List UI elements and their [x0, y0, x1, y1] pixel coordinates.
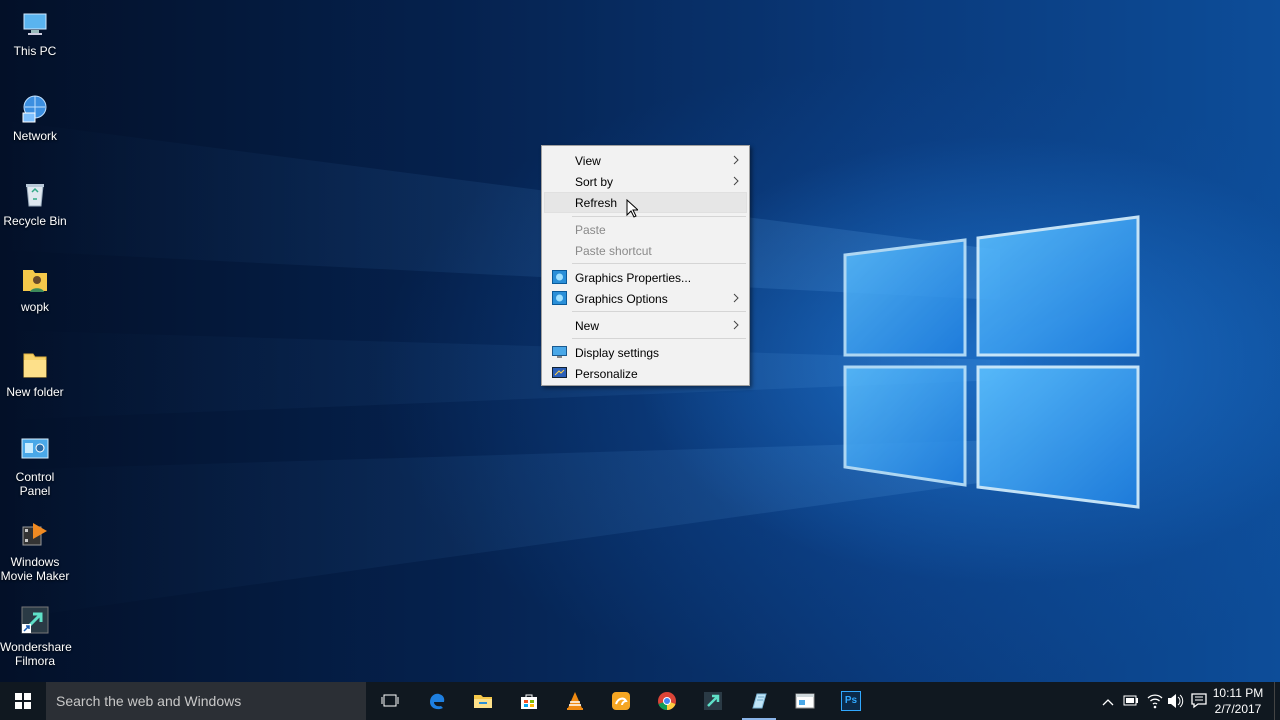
- taskbar-clock[interactable]: 10:11 PM 2/7/2017: [1212, 685, 1264, 717]
- desktop-icon-label: This PC: [13, 44, 57, 58]
- menu-separator: [572, 263, 746, 264]
- desktop-icon-control-panel[interactable]: Control Panel: [0, 434, 70, 498]
- chevron-right-icon: [733, 293, 739, 303]
- taskbar-uc-browser[interactable]: [598, 682, 644, 720]
- menu-item-refresh[interactable]: Refresh: [544, 192, 747, 213]
- network-icon: [19, 93, 51, 125]
- desktop-icon-label: Windows Movie Maker: [0, 555, 70, 583]
- mouse-cursor-icon: [626, 199, 638, 218]
- app-icon: [752, 693, 767, 709]
- taskbar-filmora[interactable]: [690, 682, 736, 720]
- uc-browser-icon: [612, 692, 630, 710]
- wifi-icon[interactable]: [1146, 682, 1164, 720]
- taskbar-window-app[interactable]: [782, 682, 828, 720]
- menu-separator: [572, 216, 746, 217]
- intel-graphics-icon: [552, 270, 567, 284]
- user-folder-icon: [19, 264, 51, 296]
- menu-item-display-settings[interactable]: Display settings: [544, 342, 747, 363]
- desktop-icon-label: Control Panel: [15, 470, 55, 498]
- photoshop-label: Ps: [844, 695, 858, 706]
- photoshop-icon: Ps: [841, 691, 861, 711]
- menu-item-view[interactable]: View: [544, 150, 747, 171]
- desktop-icon-wopk[interactable]: wopk: [0, 264, 70, 314]
- desktop-icon-windows-movie-maker[interactable]: Windows Movie Maker: [0, 519, 70, 583]
- menu-item-paste[interactable]: Paste: [544, 219, 747, 240]
- folder-icon: [19, 349, 51, 381]
- display-icon: [552, 346, 567, 358]
- search-placeholder: Search the web and Windows: [56, 693, 242, 709]
- windows-logo-wallpaper: [843, 215, 1140, 509]
- battery-icon[interactable]: [1122, 682, 1140, 720]
- show-desktop-button[interactable]: [1274, 682, 1280, 720]
- intel-graphics-icon: [552, 291, 567, 305]
- desktop-background[interactable]: This PC Network Recycle Bin wopk New fol…: [0, 0, 1280, 682]
- movie-maker-icon: [19, 519, 51, 551]
- store-icon: [521, 694, 537, 709]
- filmora-icon: [704, 692, 722, 710]
- edge-icon: [430, 693, 445, 710]
- window-app-icon: [795, 693, 815, 709]
- windows-start-icon: [15, 693, 31, 709]
- start-button[interactable]: [0, 682, 46, 720]
- taskbar-active-app[interactable]: [736, 682, 782, 720]
- chevron-up-icon[interactable]: [1100, 682, 1116, 720]
- desktop-icon-label: Network: [12, 129, 57, 143]
- taskbar-store[interactable]: [506, 682, 552, 720]
- menu-item-graphics-options[interactable]: Graphics Options: [544, 288, 747, 309]
- menu-item-new[interactable]: New: [544, 315, 747, 336]
- file-explorer-icon: [474, 695, 492, 708]
- taskbar-chrome[interactable]: [644, 682, 690, 720]
- taskbar: Search the web and Windows Ps 10:11 PM 2…: [0, 682, 1280, 720]
- menu-item-personalize[interactable]: Personalize: [544, 363, 747, 384]
- desktop-icon-label: Wondershare Filmora: [0, 640, 72, 668]
- desktop-icon-label: wopk: [20, 300, 49, 314]
- action-center-icon[interactable]: [1190, 682, 1208, 720]
- recycle-bin-icon: [19, 178, 51, 210]
- task-view-button[interactable]: [367, 682, 413, 720]
- menu-separator: [572, 338, 746, 339]
- taskbar-file-explorer[interactable]: [460, 682, 506, 720]
- vlc-icon: [567, 692, 583, 710]
- desktop-context-menu: View Sort by Refresh Paste Paste shortcu…: [541, 145, 750, 386]
- personalize-icon: [552, 367, 567, 378]
- menu-item-sort-by[interactable]: Sort by: [544, 171, 747, 192]
- clock-time: 10:11 PM: [1212, 686, 1264, 700]
- taskbar-edge[interactable]: [414, 682, 460, 720]
- menu-item-paste-shortcut[interactable]: Paste shortcut: [544, 240, 747, 261]
- chevron-right-icon: [733, 155, 739, 165]
- desktop-icon-this-pc[interactable]: This PC: [0, 8, 70, 58]
- desktop-icon-wondershare-filmora[interactable]: Wondershare Filmora: [0, 604, 72, 668]
- this-pc-icon: [19, 8, 51, 40]
- chevron-right-icon: [733, 320, 739, 330]
- clock-date: 2/7/2017: [1214, 702, 1262, 716]
- desktop-icon-label: Recycle Bin: [3, 214, 67, 228]
- chrome-icon: [658, 692, 676, 710]
- desktop-icon-new-folder[interactable]: New folder: [0, 349, 70, 399]
- taskbar-search-box[interactable]: Search the web and Windows: [46, 682, 366, 720]
- menu-item-graphics-properties[interactable]: Graphics Properties...: [544, 267, 747, 288]
- taskbar-photoshop[interactable]: Ps: [828, 682, 874, 720]
- taskbar-vlc[interactable]: [552, 682, 598, 720]
- menu-separator: [572, 311, 746, 312]
- filmora-shortcut-icon: [19, 604, 51, 636]
- desktop-icon-label: New folder: [6, 385, 64, 399]
- desktop-icon-network[interactable]: Network: [0, 93, 70, 143]
- control-panel-icon: [19, 434, 51, 466]
- chevron-right-icon: [733, 176, 739, 186]
- volume-icon[interactable]: [1166, 682, 1184, 720]
- task-view-icon: [381, 694, 399, 707]
- desktop-icon-recycle-bin[interactable]: Recycle Bin: [0, 178, 70, 228]
